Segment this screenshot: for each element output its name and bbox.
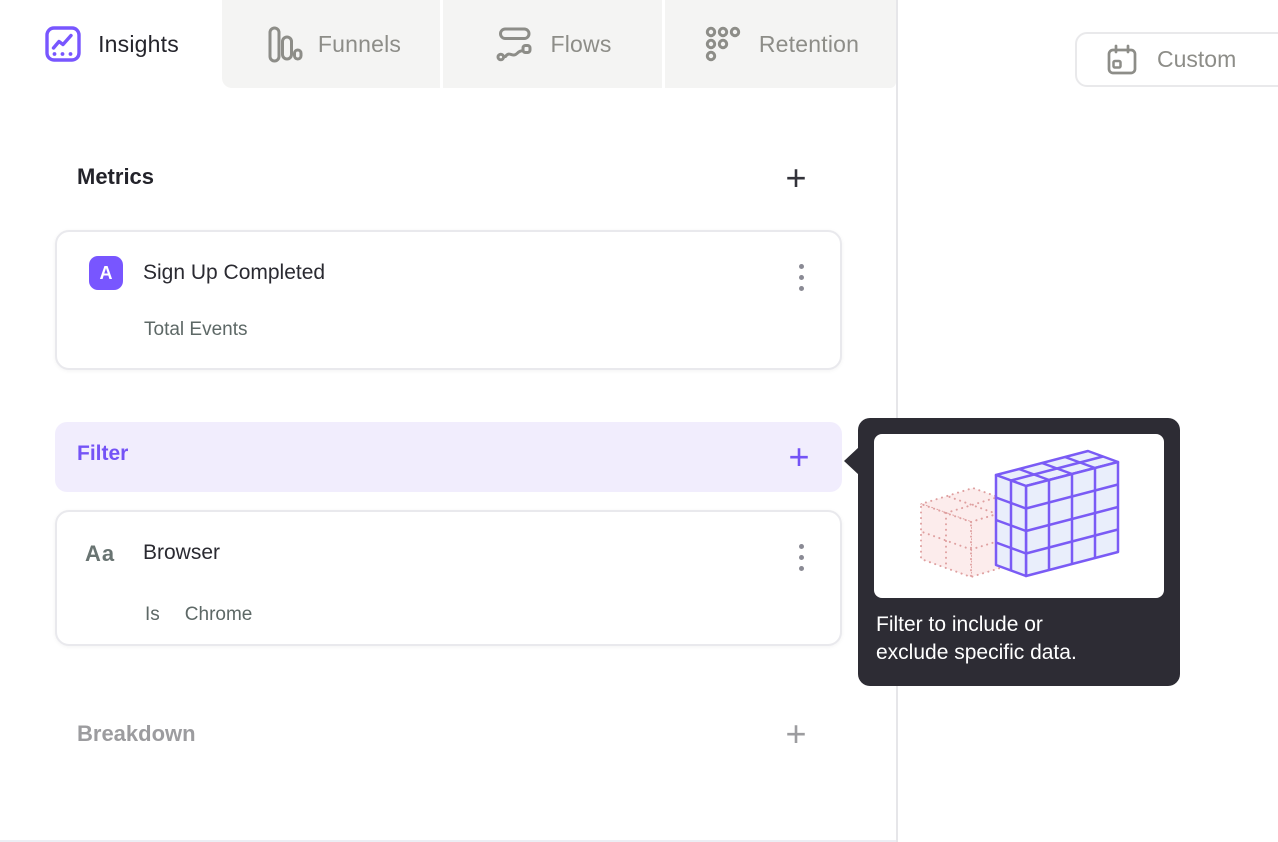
breakdown-heading: Breakdown <box>77 721 196 746</box>
retention-dots-icon <box>702 22 746 66</box>
filter-value[interactable]: Chrome <box>185 604 253 626</box>
filter-tooltip-illustration <box>874 434 1164 598</box>
cube-filter-illustration-icon <box>917 449 1120 579</box>
calendar-icon <box>1104 42 1140 78</box>
filter-operator[interactable]: Is <box>145 604 160 626</box>
tooltip-line-2: exclude specific data. <box>876 641 1077 664</box>
tab-retention-label: Retention <box>758 30 860 57</box>
add-breakdown-button[interactable]: + <box>777 715 815 753</box>
tab-funnels[interactable]: Funnels <box>222 0 440 88</box>
metric-aggregation[interactable]: Total Events <box>144 319 248 341</box>
filter-kebab-menu-icon[interactable] <box>797 542 806 573</box>
custom-button-label: Custom <box>1157 46 1237 72</box>
insights-query-builder: Insights Funnels Flows Retention Custom … <box>0 0 1278 842</box>
custom-date-range-button[interactable]: Custom <box>1075 32 1278 87</box>
tab-flows[interactable]: Flows <box>443 0 662 88</box>
tab-insights[interactable]: Insights <box>0 0 220 88</box>
tab-insights-label: Insights <box>98 30 179 57</box>
insights-chart-icon <box>41 22 85 66</box>
metrics-heading: Metrics <box>77 164 155 189</box>
add-filter-button[interactable]: + <box>780 438 818 476</box>
funnels-bars-icon <box>261 22 305 66</box>
string-property-icon: Aa <box>85 541 116 566</box>
filter-tooltip: Filter to include or exclude specific da… <box>844 418 1180 686</box>
tab-flows-label: Flows <box>550 30 612 57</box>
tab-funnels-label: Funnels <box>317 30 402 57</box>
metric-kebab-menu-icon[interactable] <box>797 262 806 293</box>
filter-card-browser[interactable]: Aa Browser Is Chrome <box>55 510 842 646</box>
filter-property-name: Browser <box>143 541 221 564</box>
add-metric-button[interactable]: + <box>777 159 815 197</box>
metric-title: Sign Up Completed <box>143 261 326 284</box>
metric-card-sign-up-completed[interactable]: A Sign Up Completed Total Events <box>55 230 842 370</box>
tooltip-line-1: Filter to include or <box>876 613 1043 636</box>
flows-stream-icon <box>493 22 537 66</box>
filter-tooltip-text: Filter to include or exclude specific da… <box>876 611 1077 667</box>
metric-letter-badge: A <box>89 256 123 290</box>
filter-section-row[interactable]: Filter + <box>55 422 842 492</box>
tab-retention[interactable]: Retention <box>665 0 896 88</box>
filter-heading: Filter <box>77 442 129 465</box>
